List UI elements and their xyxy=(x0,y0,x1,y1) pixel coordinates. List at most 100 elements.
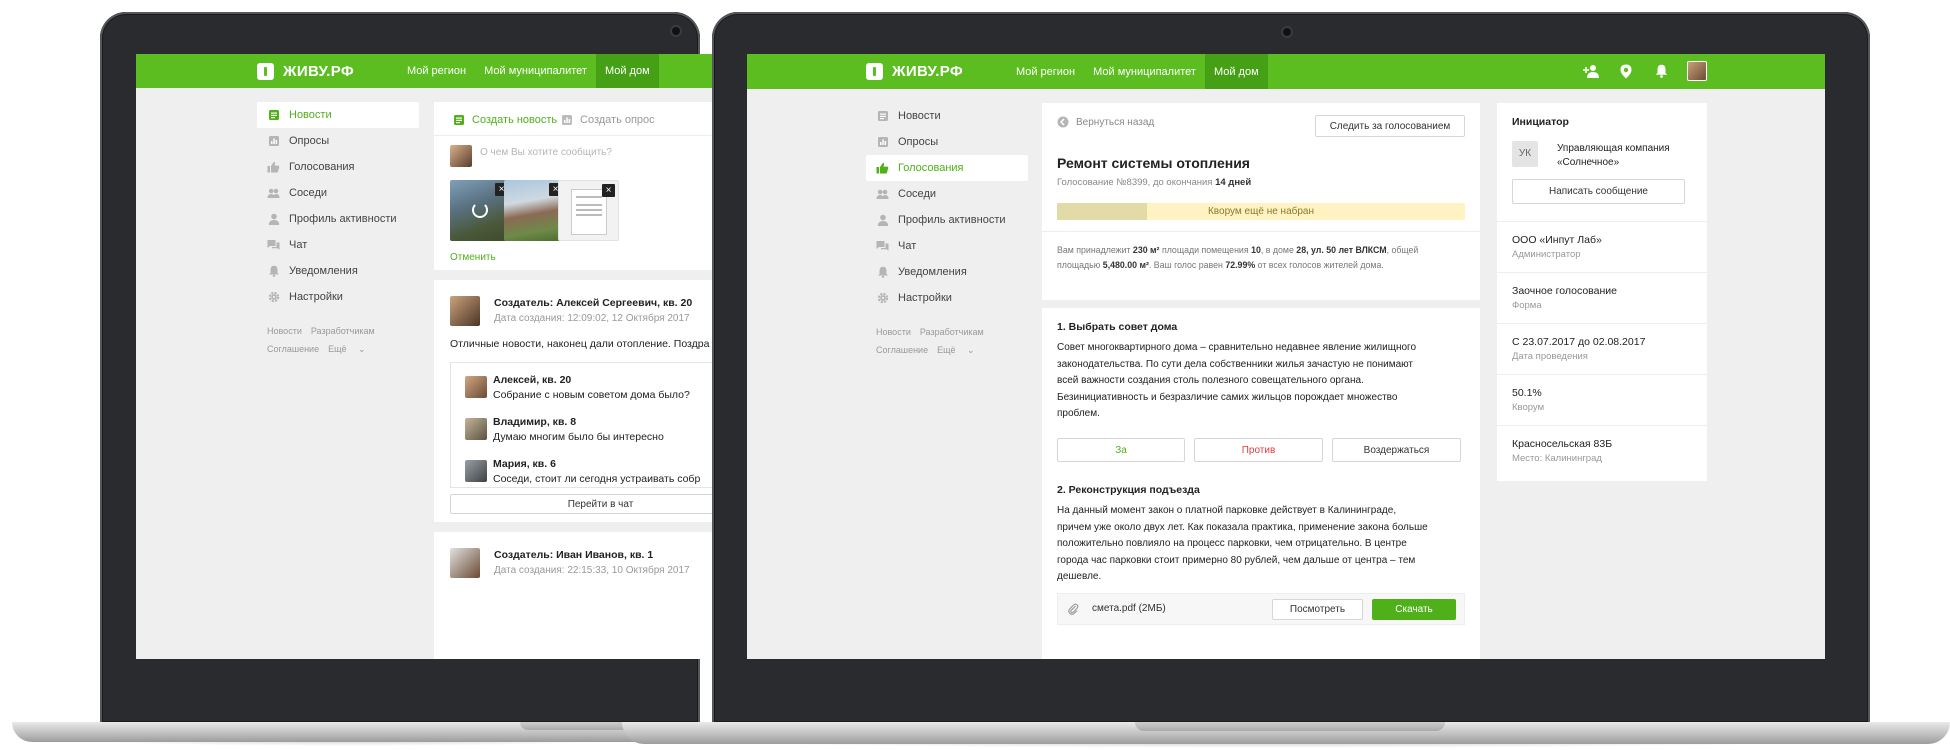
sidebar-item-activity-profile[interactable]: Профиль активности xyxy=(257,206,419,232)
ownership-area: 230 м² xyxy=(1132,245,1160,255)
sidebar-item-notifications[interactable]: Уведомления xyxy=(257,258,419,284)
question-text-line: всей важности создания столь полезного с… xyxy=(1057,375,1364,386)
tab-create-news[interactable]: Создать новость xyxy=(453,114,557,126)
info-value: 50.1% xyxy=(1512,387,1542,399)
logo-text: ЖИВУ.РФ xyxy=(892,63,963,80)
logo[interactable]: ЖИВУ.РФ xyxy=(866,63,963,80)
sidebar-item-chat[interactable]: Чат xyxy=(257,232,419,258)
sidebar-item-notifications[interactable]: Уведомления xyxy=(866,259,1028,285)
vote-abstain-button[interactable]: Воздержаться xyxy=(1332,438,1461,462)
cancel-link[interactable]: Отменить xyxy=(450,252,496,263)
comment-text: Собрание с новым советом дома было? xyxy=(493,389,690,401)
footer-link-news[interactable]: Новости xyxy=(876,327,911,337)
user-avatar[interactable] xyxy=(1687,61,1707,81)
logo-icon xyxy=(257,62,274,80)
sidebar-item-neighbors[interactable]: Соседи xyxy=(866,181,1028,207)
ownership-text: площадью xyxy=(1057,260,1101,270)
poll-icon xyxy=(876,136,889,149)
devices-mockup: ЖИВУ.РФ Мой регион Мой муниципалитет Мой… xyxy=(0,0,1950,750)
footer-link-more-label: Ещё xyxy=(937,345,956,355)
bell-icon xyxy=(267,265,280,278)
question-text-line: положительно повлияло на процесс парковк… xyxy=(1057,538,1407,549)
info-value: ООО «Инпут Лаб» xyxy=(1512,234,1602,246)
vote-questions-card: 1. Выбрать совет дома Совет многоквартир… xyxy=(1042,308,1480,659)
sidebar-item-votes[interactable]: Голосования xyxy=(866,155,1028,181)
follow-vote-button[interactable]: Следить за голосованием xyxy=(1315,115,1465,137)
remove-photo-button[interactable]: × xyxy=(602,184,615,197)
info-label: Форма xyxy=(1512,300,1542,311)
footer-link-agreement[interactable]: Соглашение xyxy=(876,345,928,355)
vote-title: Ремонт системы отопления xyxy=(1057,155,1250,171)
org-name: Управляющая компания «Солнечное» xyxy=(1557,142,1670,170)
nav-my-house[interactable]: Мой дом xyxy=(595,54,659,88)
sidebar-item-votes[interactable]: Голосования xyxy=(257,154,419,180)
profile-icon xyxy=(267,213,280,226)
initiator-card: Инициатор УК Управляющая компания «Солне… xyxy=(1497,103,1707,481)
info-row-place: Красносельская 83Б Место: Калининград xyxy=(1497,425,1707,464)
info-value: Заочное голосование xyxy=(1512,285,1617,297)
download-attachment-button[interactable]: Скачать xyxy=(1372,599,1456,620)
vote-against-button[interactable]: Против xyxy=(1194,438,1323,462)
footer-link-developers[interactable]: Разработчикам xyxy=(311,326,375,336)
tab-create-poll[interactable]: Создать опрос xyxy=(561,114,655,126)
footer-link-developers[interactable]: Разработчикам xyxy=(920,327,984,337)
sidebar-item-activity-profile[interactable]: Профиль активности xyxy=(866,207,1028,233)
question-2-title: 2. Реконструкция подъезда xyxy=(1057,484,1200,496)
tab-create-poll-label: Создать опрос xyxy=(580,114,655,126)
right-camera xyxy=(1283,28,1291,36)
question-2-text: На данный момент закон о платной парковк… xyxy=(1057,503,1472,586)
sidebar-item-label: Профиль активности xyxy=(289,213,397,225)
photo-thumbnail[interactable]: × xyxy=(504,180,565,241)
right-sidebar: Новости Опросы Голосования Соседи Профил… xyxy=(866,103,1028,359)
question-text-line: Безинициативность и безразличие самих жи… xyxy=(1057,391,1398,403)
nav-my-municipality[interactable]: Мой муниципалитет xyxy=(475,54,596,88)
add-user-icon[interactable] xyxy=(1582,62,1600,80)
vote-subtitle: Голосование №8399, до окончания 14 дней xyxy=(1057,177,1251,188)
org-name-line: Управляющая компания xyxy=(1557,143,1670,154)
avatar xyxy=(450,145,472,167)
back-link[interactable]: Вернуться назад xyxy=(1057,116,1154,128)
sidebar-item-news[interactable]: Новости xyxy=(257,102,419,128)
go-to-chat-button[interactable]: Перейти в чат xyxy=(450,494,722,514)
sidebar-item-news[interactable]: Новости xyxy=(866,103,1028,129)
photo-thumbnail-loading[interactable]: × xyxy=(450,180,511,241)
spinner-icon xyxy=(472,202,488,218)
write-message-button[interactable]: Написать сообщение xyxy=(1512,179,1685,204)
info-row-quorum: 50.1% Кворум xyxy=(1497,374,1707,413)
sidebar-item-settings[interactable]: Настройки xyxy=(866,285,1028,311)
paperclip-icon xyxy=(1068,603,1079,615)
vote-subtitle-prefix: Голосование №8399, до окончания xyxy=(1057,177,1213,188)
post-author: Создатель: Иван Иванов, кв. 1 xyxy=(494,549,654,561)
sidebar-item-polls[interactable]: Опросы xyxy=(257,128,419,154)
view-attachment-button[interactable]: Посмотреть xyxy=(1272,599,1363,620)
composer-input[interactable]: О чем Вы хотите сообщить? xyxy=(480,147,612,158)
neighbors-icon xyxy=(267,187,280,200)
right-screen: ЖИВУ.РФ Мой регион Мой муниципалитет Мой… xyxy=(747,54,1825,659)
nav-my-region[interactable]: Мой регион xyxy=(398,54,475,88)
ownership-flat: 10 xyxy=(1251,245,1261,255)
post-author: Создатель: Алексей Сергеевич, кв. 20 xyxy=(494,297,693,309)
footer-link-more[interactable]: Ещё ⌄ xyxy=(328,344,374,354)
location-pin-icon[interactable] xyxy=(1617,62,1635,80)
footer-link-more[interactable]: Ещё ⌄ xyxy=(937,345,983,355)
logo-icon xyxy=(866,63,883,80)
chevron-down-icon: ⌄ xyxy=(967,345,975,355)
ownership-text: Вам принадлежит xyxy=(1057,245,1131,255)
sidebar-item-neighbors[interactable]: Соседи xyxy=(257,180,419,206)
nav-my-region[interactable]: Мой регион xyxy=(1007,54,1084,89)
logo[interactable]: ЖИВУ.РФ xyxy=(257,62,354,80)
footer-link-news[interactable]: Новости xyxy=(267,326,302,336)
profile-icon xyxy=(876,214,889,227)
nav-my-house[interactable]: Мой дом xyxy=(1204,54,1268,89)
question-1-title: 1. Выбрать совет дома xyxy=(1057,321,1178,333)
vote-for-button[interactable]: За xyxy=(1057,438,1185,462)
bell-icon[interactable] xyxy=(1652,62,1670,80)
footer-link-agreement[interactable]: Соглашение xyxy=(267,344,319,354)
sidebar-item-settings[interactable]: Настройки xyxy=(257,284,419,310)
nav-my-municipality[interactable]: Мой муниципалитет xyxy=(1084,54,1205,89)
sidebar-item-chat[interactable]: Чат xyxy=(866,233,1028,259)
document-thumbnail[interactable]: × xyxy=(558,180,619,241)
comment-text: Думаю многим было бы интересно xyxy=(493,431,664,443)
sidebar-item-polls[interactable]: Опросы xyxy=(866,129,1028,155)
left-topbar: ЖИВУ.РФ Мой регион Мой муниципалитет Мой… xyxy=(136,54,722,88)
